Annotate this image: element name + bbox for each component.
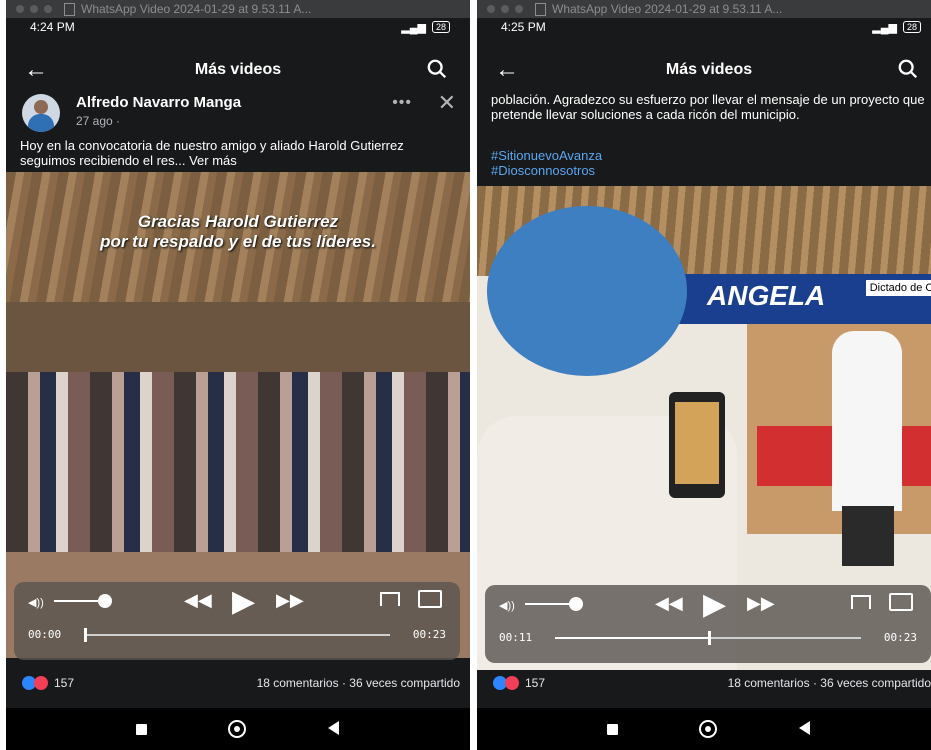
- hashtag-link[interactable]: #Diosconnosotros: [491, 163, 929, 178]
- window-dot-icon[interactable]: [16, 5, 24, 13]
- dictation-tooltip: Dictado de Of: [865, 280, 931, 296]
- overlay-line-1: Gracias Harold Gutierrez: [137, 212, 339, 231]
- nav-back-icon[interactable]: [328, 721, 339, 735]
- status-bar: 4:24 PM ▂▄▆ 28: [6, 18, 470, 36]
- current-time: 00:00: [28, 628, 62, 641]
- progress-knob[interactable]: [84, 628, 87, 642]
- rewind-icon[interactable]: ◀◀: [184, 590, 212, 611]
- love-icon[interactable]: [505, 676, 519, 690]
- window-titlebar: WhatsApp Video 2024-01-29 at 9.53.11 A..…: [6, 0, 470, 18]
- post-text: Hoy en la convocatoria de nuestro amigo …: [20, 138, 404, 168]
- hashtag-link[interactable]: #SitionuevoAvanza: [491, 148, 929, 163]
- reaction-count[interactable]: 157: [525, 676, 545, 690]
- video-frame-crowd: [6, 372, 470, 572]
- battery-icon: 28: [431, 21, 450, 33]
- current-time: 00:11: [499, 631, 533, 644]
- window-dot-icon[interactable]: [501, 5, 509, 13]
- duration-time: 00:23: [412, 628, 446, 641]
- picture-in-picture-icon[interactable]: [418, 590, 442, 608]
- left-phone-screen: WhatsApp Video 2024-01-29 at 9.53.11 A..…: [6, 0, 470, 750]
- signal-icon: ▂▄▆: [872, 21, 897, 34]
- status-right: ▂▄▆ 28: [401, 21, 450, 34]
- signal-icon: ▂▄▆: [401, 21, 426, 34]
- app-bar: ← Más videos: [6, 52, 470, 88]
- back-arrow-icon[interactable]: ←: [24, 56, 48, 84]
- reactions-bar: 157 18 comentarios · 36 veces compartido: [477, 672, 931, 696]
- volume-icon[interactable]: ◀)): [499, 599, 515, 612]
- document-icon: [535, 2, 546, 16]
- progress-knob[interactable]: [708, 631, 711, 645]
- window-title: WhatsApp Video 2024-01-29 at 9.53.11 A..…: [81, 2, 312, 16]
- forward-icon[interactable]: ▶▶: [747, 593, 775, 614]
- banner-text: ANGELA: [707, 280, 826, 311]
- window-dot-icon[interactable]: [487, 5, 495, 13]
- window-dot-icon[interactable]: [515, 5, 523, 13]
- video-overlay-caption: Gracias Harold Gutierrez por tu respaldo…: [26, 212, 450, 252]
- duration-time: 00:23: [883, 631, 917, 644]
- home-icon[interactable]: [228, 720, 246, 738]
- volume-icon[interactable]: ◀)): [28, 596, 44, 609]
- nav-back-icon[interactable]: [799, 721, 810, 735]
- window-titlebar: WhatsApp Video 2024-01-29 at 9.53.11 A..…: [477, 0, 931, 18]
- airplay-icon[interactable]: [851, 595, 871, 609]
- search-icon[interactable]: [426, 58, 448, 80]
- battery-icon: 28: [902, 21, 921, 33]
- avatar[interactable]: [22, 94, 60, 132]
- reaction-count[interactable]: 157: [54, 676, 74, 690]
- volume-slider[interactable]: [525, 603, 575, 605]
- recents-icon[interactable]: [136, 724, 147, 735]
- status-bar: 4:25 PM ▂▄▆ 28: [477, 18, 931, 36]
- forward-icon[interactable]: ▶▶: [276, 590, 304, 611]
- play-icon[interactable]: ▶: [703, 587, 726, 622]
- reactions-bar: 157 18 comentarios · 36 veces compartido: [6, 672, 470, 696]
- comments-shares[interactable]: 18 comentarios · 36 veces compartido: [728, 676, 931, 690]
- android-nav-bar: [477, 708, 931, 750]
- video-frame-speaker-legs: [842, 506, 894, 566]
- page-title: Más videos: [665, 61, 753, 78]
- page-title: Más videos: [194, 61, 282, 78]
- progress-bar[interactable]: [555, 631, 861, 645]
- volume-slider[interactable]: [54, 600, 104, 602]
- post-time: 27 ago ·: [76, 114, 121, 128]
- status-time: 4:25 PM: [501, 20, 546, 34]
- video-frame-speaker: [832, 331, 902, 511]
- video-frame-cap: [487, 206, 687, 376]
- player-controls: ◀)) ◀◀ ▶ ▶▶ 00:00 00:23: [14, 582, 460, 660]
- post-text: población. Agradezco su esfuerzo por lle…: [491, 92, 925, 122]
- status-time: 4:24 PM: [30, 20, 75, 34]
- post-author[interactable]: Alfredo Navarro Manga: [76, 94, 241, 111]
- status-right: ▂▄▆ 28: [872, 21, 921, 34]
- recents-icon[interactable]: [607, 724, 618, 735]
- player-controls: ◀)) ◀◀ ▶ ▶▶ 00:11 00:23: [485, 585, 931, 663]
- android-nav-bar: [6, 708, 470, 750]
- airplay-icon[interactable]: [380, 592, 400, 606]
- document-icon: [64, 2, 75, 16]
- back-arrow-icon[interactable]: ←: [495, 56, 519, 84]
- post-header: Alfredo Navarro Manga 27 ago · ••• ✕: [6, 90, 470, 134]
- picture-in-picture-icon[interactable]: [889, 593, 913, 611]
- right-phone-screen: WhatsApp Video 2024-01-29 at 9.53.11 A..…: [477, 0, 931, 750]
- video-frame-phone: [669, 392, 725, 498]
- search-icon[interactable]: [897, 58, 919, 80]
- more-options-icon[interactable]: •••: [392, 94, 412, 112]
- comments-shares[interactable]: 18 comentarios · 36 veces compartido: [257, 676, 460, 690]
- window-title: WhatsApp Video 2024-01-29 at 9.53.11 A..…: [552, 2, 783, 16]
- home-icon[interactable]: [699, 720, 717, 738]
- rewind-icon[interactable]: ◀◀: [655, 593, 683, 614]
- overlay-line-2: por tu respaldo y el de tus líderes.: [100, 232, 376, 251]
- window-dot-icon[interactable]: [44, 5, 52, 13]
- love-icon[interactable]: [34, 676, 48, 690]
- window-dot-icon[interactable]: [30, 5, 38, 13]
- volume-knob[interactable]: [98, 594, 112, 608]
- progress-bar[interactable]: [84, 628, 390, 642]
- app-bar: ← Más videos: [477, 52, 931, 88]
- play-icon[interactable]: ▶: [232, 584, 255, 619]
- progress-fill: [555, 637, 708, 639]
- volume-knob[interactable]: [569, 597, 583, 611]
- close-icon[interactable]: ✕: [438, 90, 456, 116]
